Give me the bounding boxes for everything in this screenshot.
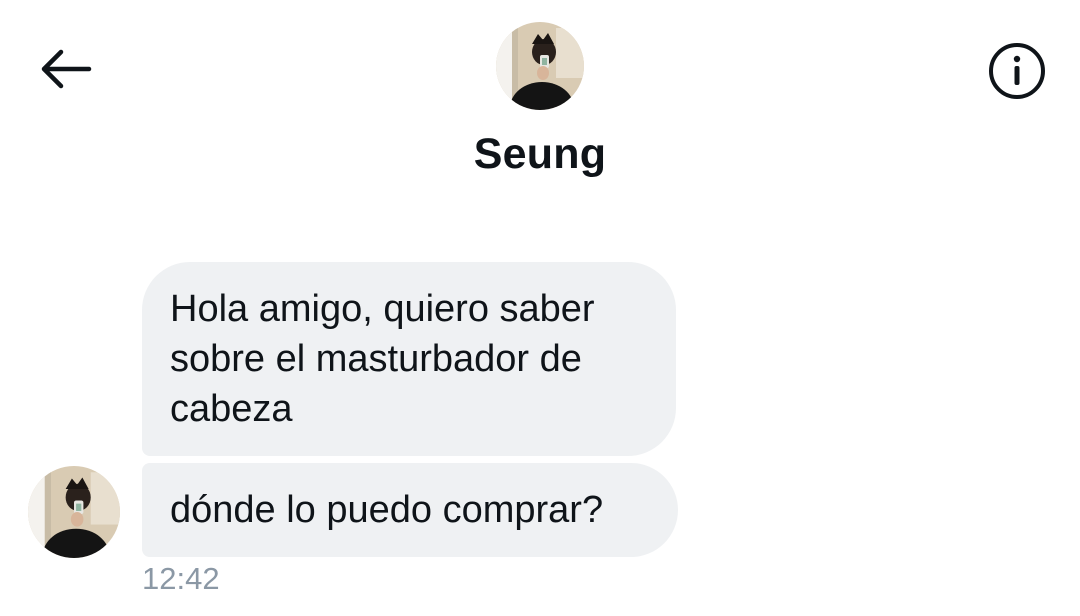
profile-photo [496,22,584,110]
message-bubble[interactable]: dónde lo puedo comprar? [142,463,678,557]
back-button[interactable] [36,44,96,94]
message-timestamp: 12:42 [142,561,220,596]
message-text: dónde lo puedo comprar? [170,489,604,531]
message-bubble[interactable]: Hola amigo, quiero saber sobre el mastur… [142,262,676,456]
sender-avatar[interactable] [28,466,120,558]
avatar[interactable] [496,22,584,110]
arrow-left-icon [41,49,92,89]
profile-photo [28,466,120,558]
message-text: Hola amigo, quiero saber sobre el mastur… [170,288,595,430]
info-button[interactable] [986,40,1048,102]
contact-name[interactable]: Seung [0,128,1080,180]
info-circle-icon [989,43,1045,99]
